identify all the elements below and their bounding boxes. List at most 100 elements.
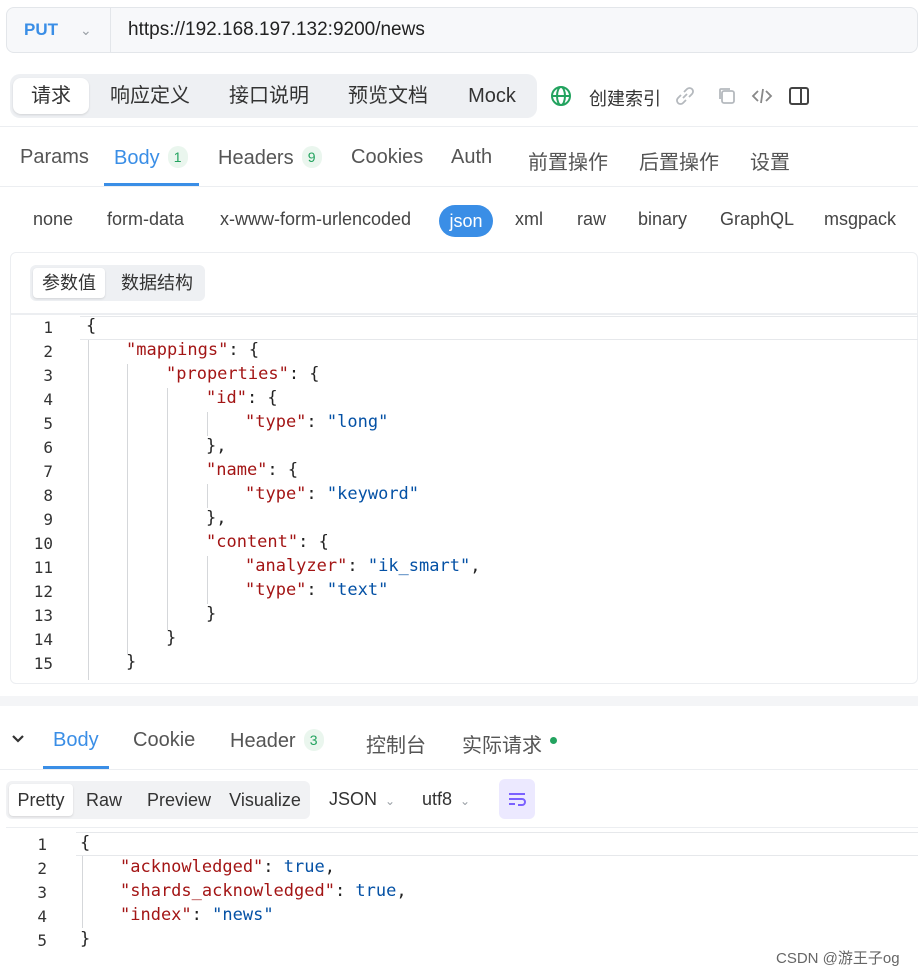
divider <box>0 186 918 187</box>
indent-guide <box>207 412 208 436</box>
resp-tab-actual-request[interactable]: 实际请求 <box>462 729 557 758</box>
tab-post-operations[interactable]: 后置操作 <box>639 146 719 175</box>
indent-guide <box>88 340 89 680</box>
code-icon[interactable] <box>750 84 774 108</box>
link-icon[interactable] <box>673 84 697 108</box>
tab-headers-label: Headers <box>218 147 294 169</box>
body-type-raw[interactable]: raw <box>577 209 606 230</box>
subtab-response-definition[interactable]: 响应定义 <box>98 78 202 114</box>
subtab-request[interactable]: 请求 <box>13 78 89 114</box>
code-line: } <box>166 628 177 648</box>
editor-mode-tabs: 参数值 数据结构 <box>30 265 205 301</box>
tab-pre-operations[interactable]: 前置操作 <box>528 146 608 175</box>
code-line: "analyzer": "ik_smart", <box>245 556 481 576</box>
chevron-down-icon: ⌄ <box>80 21 92 38</box>
body-type-form-data[interactable]: form-data <box>107 209 184 230</box>
resp-tab-header-label: Header <box>230 730 296 752</box>
line-number: 4 <box>37 907 47 926</box>
format-select-value: JSON <box>329 789 378 809</box>
code-line: "shards_acknowledged": true, <box>120 881 407 901</box>
watermark: CSDN @游王子og <box>776 950 900 967</box>
chevron-down-icon: ⌄ <box>385 794 396 808</box>
method-select[interactable]: PUT ⌄ <box>7 8 111 52</box>
body-type-binary[interactable]: binary <box>638 209 687 230</box>
tab-body[interactable]: Body 1 <box>114 146 188 170</box>
body-type-json[interactable]: json <box>439 205 493 237</box>
body-type-xml[interactable]: xml <box>515 209 543 230</box>
line-number: 2 <box>37 859 47 878</box>
code-line: "mappings": { <box>126 340 260 360</box>
current-line-highlight <box>76 832 918 856</box>
resp-tab-console[interactable]: 控制台 <box>366 729 426 758</box>
resp-tab-header[interactable]: Header 3 <box>230 729 324 753</box>
copy-icon[interactable] <box>715 84 739 108</box>
chevron-down-icon[interactable] <box>10 731 26 747</box>
subtab-mock[interactable]: Mock <box>458 78 526 114</box>
code-line: { <box>80 833 91 853</box>
divider <box>0 769 918 770</box>
indent-guide <box>127 364 128 654</box>
method-label: PUT <box>24 20 58 39</box>
encoding-select-value: utf8 <box>422 789 453 809</box>
headers-count-badge: 9 <box>301 146 322 168</box>
mode-data-structure[interactable]: 数据结构 <box>113 268 201 298</box>
view-visualize[interactable]: Visualize <box>226 784 304 816</box>
subtab-preview-docs[interactable]: 预览文档 <box>336 78 440 114</box>
line-number: 1 <box>37 835 47 854</box>
current-line-highlight <box>80 316 918 340</box>
globe-icon[interactable] <box>549 84 573 108</box>
panel-icon[interactable] <box>787 84 811 108</box>
body-type-msgpack[interactable]: msgpack <box>824 209 896 230</box>
word-wrap-button[interactable] <box>499 779 535 819</box>
line-number: 1 <box>43 318 53 337</box>
request-name[interactable]: 创建索引 <box>589 85 661 111</box>
code-line: "type": "keyword" <box>245 484 420 504</box>
body-type-urlencoded[interactable]: x-www-form-urlencoded <box>220 209 411 230</box>
indent-guide <box>167 388 168 630</box>
tab-params[interactable]: Params <box>20 146 89 169</box>
code-line: "index": "news" <box>120 905 274 925</box>
line-number: 5 <box>37 931 47 950</box>
mode-param-values[interactable]: 参数值 <box>33 268 105 298</box>
code-line: { <box>86 316 97 336</box>
tab-headers[interactable]: Headers 9 <box>218 146 322 170</box>
code-line: "type": "text" <box>245 580 389 600</box>
tab-body-label: Body <box>114 147 160 169</box>
line-number: 9 <box>43 510 53 529</box>
line-number: 11 <box>33 558 53 577</box>
line-number: 4 <box>43 390 53 409</box>
code-line: } <box>126 652 137 672</box>
view-pretty[interactable]: Pretty <box>9 784 73 816</box>
body-type-none[interactable]: none <box>33 209 73 230</box>
resp-tab-cookie[interactable]: Cookie <box>133 729 195 752</box>
resp-tab-body[interactable]: Body <box>53 729 99 752</box>
view-raw[interactable]: Raw <box>81 784 127 816</box>
url-input[interactable]: https://192.168.197.132:9200/news <box>128 19 425 41</box>
line-number: 5 <box>43 414 53 433</box>
body-type-graphql[interactable]: GraphQL <box>720 209 794 230</box>
tab-settings[interactable]: 设置 <box>750 146 790 175</box>
line-number: 14 <box>33 630 53 649</box>
code-line: }, <box>206 508 227 528</box>
panel-separator[interactable] <box>0 696 918 706</box>
indent-guide <box>207 484 208 508</box>
line-number: 6 <box>43 438 53 457</box>
encoding-select[interactable]: utf8 ⌄ <box>422 789 470 810</box>
chevron-down-icon: ⌄ <box>460 794 471 808</box>
line-number: 12 <box>33 582 53 601</box>
editor-divider <box>10 313 918 315</box>
subtab-api-docs[interactable]: 接口说明 <box>217 78 321 114</box>
format-select[interactable]: JSON ⌄ <box>329 789 395 810</box>
line-number: 3 <box>37 883 47 902</box>
line-number: 7 <box>43 462 53 481</box>
header-count-badge: 3 <box>303 729 324 751</box>
view-preview[interactable]: Preview <box>139 784 219 816</box>
body-count-badge: 1 <box>167 146 188 168</box>
indent-guide <box>207 556 208 604</box>
indent-guide <box>82 856 83 928</box>
line-number: 8 <box>43 486 53 505</box>
tab-cookies[interactable]: Cookies <box>351 146 423 169</box>
tab-auth[interactable]: Auth <box>451 146 492 169</box>
code-line: "id": { <box>206 388 278 408</box>
code-line: "content": { <box>206 532 329 552</box>
